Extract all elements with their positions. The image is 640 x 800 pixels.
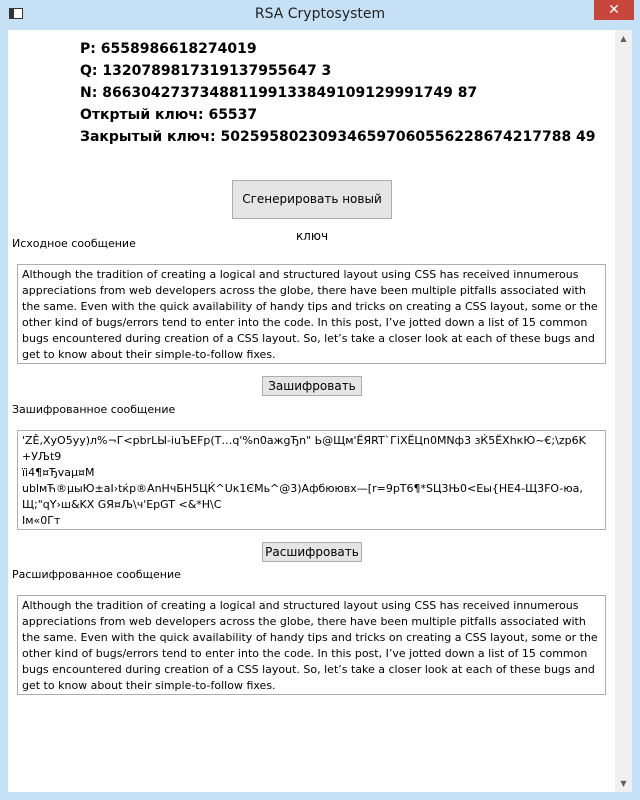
- n-row: N: 866304273734881199133849109129991749 …: [80, 82, 596, 104]
- public-key-row: Откртый ключ: 65537: [80, 104, 596, 126]
- encrypted-line: 'ZÊ,XyO5yy)л%¬Г<pbrLЫ-iuЪEFp(T…q'%n0ажgЂ…: [22, 434, 586, 447]
- encrypted-label: Зашифрованное сообщение: [12, 403, 176, 416]
- app-window: RSA Cryptosystem ✕ P: 6558986618274019 Q…: [0, 0, 640, 800]
- p-label: P:: [80, 41, 96, 57]
- scroll-up-icon[interactable]: ▲: [615, 30, 632, 47]
- q-label: Q:: [80, 63, 98, 79]
- vertical-scrollbar[interactable]: ▲ ▼: [615, 30, 632, 792]
- decrypted-label: Расшифрованное сообщение: [12, 568, 181, 581]
- encrypted-line: Iм«0Гт: [22, 514, 61, 527]
- public-key-label: Откртый ключ:: [80, 107, 204, 123]
- public-key-value: 65537: [208, 107, 258, 123]
- encrypted-message-input[interactable]: 'ZÊ,XyO5yy)л%¬Г<pbrLЫ-iuЪEFp(T…q'%n0ажgЂ…: [17, 430, 606, 530]
- encrypted-line: ïi4¶¤Ђvaµ¤M: [22, 466, 95, 479]
- n-label: N:: [80, 85, 98, 101]
- scroll-down-icon[interactable]: ▼: [615, 775, 632, 792]
- encrypted-line: ublмЋ®µыЮ±aІ›tќp®AnHчБH5ЦЌ^Uк1ЄМь^@3)Афб…: [22, 482, 583, 495]
- decrypted-message-input[interactable]: Although the tradition of creating a log…: [17, 595, 606, 695]
- title-bar[interactable]: RSA Cryptosystem ✕: [0, 0, 640, 30]
- encrypt-button[interactable]: Зашифровать: [262, 376, 362, 396]
- p-row: P: 6558986618274019: [80, 38, 596, 60]
- source-message-input[interactable]: Although the tradition of creating a log…: [17, 264, 606, 364]
- n-value: 866304273734881199133849109129991749 87: [102, 85, 478, 101]
- decrypt-button[interactable]: Расшифровать: [262, 542, 362, 562]
- generate-key-button[interactable]: Сгенерировать новый ключ: [232, 180, 392, 243]
- window-title: RSA Cryptosystem: [254, 6, 386, 22]
- source-label: Исходное сообщение: [12, 237, 136, 250]
- encrypted-line: +УЉt9: [22, 450, 62, 463]
- private-key-label: Закрытый ключ:: [80, 129, 216, 145]
- encrypted-line: Щ;"qY›ш&KX GЯ¤Љ\ч'EpGT <&*H\C: [22, 498, 222, 511]
- q-value: 1320789817319137955647 3: [102, 63, 332, 79]
- private-key-row: Закрытый ключ: 5025958023093465970605562…: [80, 126, 596, 148]
- q-row: Q: 1320789817319137955647 3: [80, 60, 596, 82]
- client-area: P: 6558986618274019 Q: 13207898173191379…: [8, 30, 632, 792]
- p-value: 6558986618274019: [100, 41, 257, 57]
- close-button[interactable]: ✕: [594, 0, 634, 20]
- private-key-value: 502595802309346597060556228674217788 49: [220, 129, 596, 145]
- key-info: P: 6558986618274019 Q: 13207898173191379…: [80, 38, 596, 148]
